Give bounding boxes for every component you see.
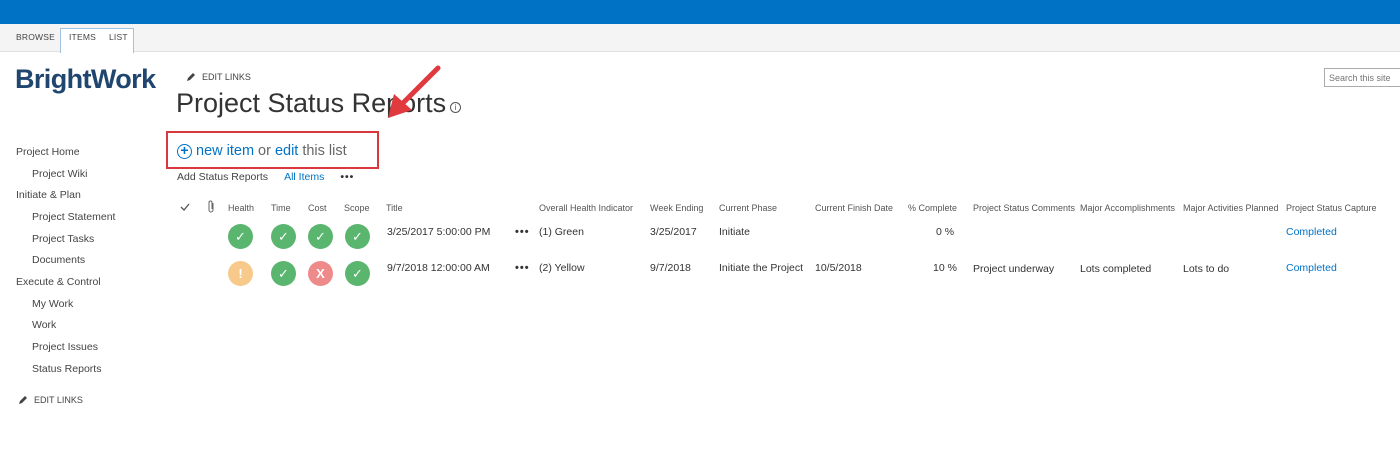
col-current-phase[interactable]: Current Phase: [719, 203, 777, 213]
scope-ok-icon: ✓: [345, 224, 370, 249]
health-ok-icon: ✓: [228, 224, 253, 249]
tab-items[interactable]: ITEMS: [69, 32, 96, 42]
view-add-status-reports[interactable]: Add Status Reports: [177, 171, 268, 183]
ribbon: BROWSE ITEMS LIST: [0, 24, 1400, 53]
edit-links-top[interactable]: EDIT LINKS: [186, 72, 251, 82]
col-project-status-comments[interactable]: Project Status Comments: [973, 203, 1075, 213]
col-overall-health[interactable]: Overall Health Indicator: [539, 203, 633, 213]
col-week-ending[interactable]: Week Ending: [650, 203, 703, 213]
info-icon[interactable]: i: [450, 102, 461, 113]
view-selector: Add Status Reports All Items •••: [177, 171, 354, 183]
nav-initiate-plan[interactable]: Initiate & Plan: [16, 189, 81, 201]
row-week-ending: 9/7/2018: [650, 262, 691, 274]
or-text: or: [258, 143, 271, 159]
row-accomplishments: Lots completed: [1080, 263, 1152, 275]
view-all-items[interactable]: All Items: [284, 171, 324, 183]
time-ok-icon: ✓: [271, 224, 296, 249]
select-all-check-icon[interactable]: [180, 202, 190, 212]
row-status-capture-link[interactable]: Completed: [1286, 226, 1337, 238]
row-current-phase: Initiate: [719, 226, 750, 238]
col-major-activities-planned[interactable]: Major Activities Planned: [1183, 203, 1279, 213]
new-item-row: + new item or edit this list: [177, 143, 347, 159]
col-project-status-capture[interactable]: Project Status Capture: [1286, 203, 1377, 213]
row-percent-complete: 10 %: [933, 262, 957, 274]
col-cost[interactable]: Cost: [308, 203, 327, 213]
time-ok-icon: ✓: [271, 261, 296, 286]
row-overall-health: (2) Yellow: [539, 262, 585, 274]
nav-status-reports[interactable]: Status Reports: [32, 363, 101, 375]
brightwork-logo[interactable]: BrightWork: [15, 64, 156, 95]
tab-list[interactable]: LIST: [109, 32, 128, 42]
new-item-link[interactable]: new item: [196, 143, 254, 159]
row-title[interactable]: 3/25/2017 5:00:00 PM: [387, 226, 490, 238]
nav-project-issues[interactable]: Project Issues: [32, 341, 98, 353]
tab-browse[interactable]: BROWSE: [16, 32, 55, 42]
nav-execute-control[interactable]: Execute & Control: [16, 276, 101, 288]
col-time[interactable]: Time: [271, 203, 291, 213]
row-overall-health: (1) Green: [539, 226, 584, 238]
suite-bar: [0, 0, 1400, 24]
nav-work[interactable]: Work: [32, 319, 56, 331]
attachment-icon: [208, 200, 214, 213]
nav-my-work[interactable]: My Work: [32, 298, 73, 310]
col-scope[interactable]: Scope: [344, 203, 370, 213]
edit-links-label: EDIT LINKS: [202, 72, 251, 82]
cost-error-icon: X: [308, 261, 333, 286]
cost-ok-icon: ✓: [308, 224, 333, 249]
row-current-phase: Initiate the Project: [719, 262, 804, 274]
pencil-icon: [187, 73, 195, 81]
row-status-capture-link[interactable]: Completed: [1286, 262, 1337, 274]
edit-list-link[interactable]: edit: [275, 143, 298, 159]
nav-project-statement[interactable]: Project Statement: [32, 211, 115, 223]
row-activities: Lots to do: [1183, 263, 1230, 275]
this-list-text: this list: [302, 143, 347, 159]
plus-circle-icon[interactable]: +: [177, 143, 192, 159]
edit-links-label: EDIT LINKS: [34, 395, 83, 405]
nav-project-tasks[interactable]: Project Tasks: [32, 233, 94, 245]
col-percent-complete[interactable]: % Complete: [908, 203, 957, 213]
row-more-button[interactable]: •••: [515, 262, 530, 274]
col-health[interactable]: Health: [228, 203, 254, 213]
col-current-finish-date[interactable]: Current Finish Date: [815, 203, 893, 213]
red-arrow-annotation: [388, 65, 441, 118]
nav-project-home[interactable]: Project Home: [16, 146, 80, 158]
nav-project-wiki[interactable]: Project Wiki: [32, 168, 87, 180]
pencil-icon: [19, 396, 27, 404]
edit-links-bottom[interactable]: EDIT LINKS: [18, 395, 83, 405]
search-input[interactable]: [1324, 68, 1400, 87]
row-comments: Project underway: [973, 263, 1055, 275]
row-more-button[interactable]: •••: [515, 226, 530, 238]
row-finish-date: 10/5/2018: [815, 262, 862, 274]
col-title[interactable]: Title: [386, 203, 403, 213]
row-percent-complete: 0 %: [936, 226, 955, 238]
row-title[interactable]: 9/7/2018 12:00:00 AM: [387, 262, 490, 274]
more-views-button[interactable]: •••: [340, 171, 354, 183]
nav-documents[interactable]: Documents: [32, 254, 85, 266]
scope-ok-icon: ✓: [345, 261, 370, 286]
col-major-accomplishments[interactable]: Major Accomplishments: [1080, 203, 1175, 213]
row-week-ending: 3/25/2017: [650, 226, 697, 238]
health-warning-icon: !: [228, 261, 253, 286]
